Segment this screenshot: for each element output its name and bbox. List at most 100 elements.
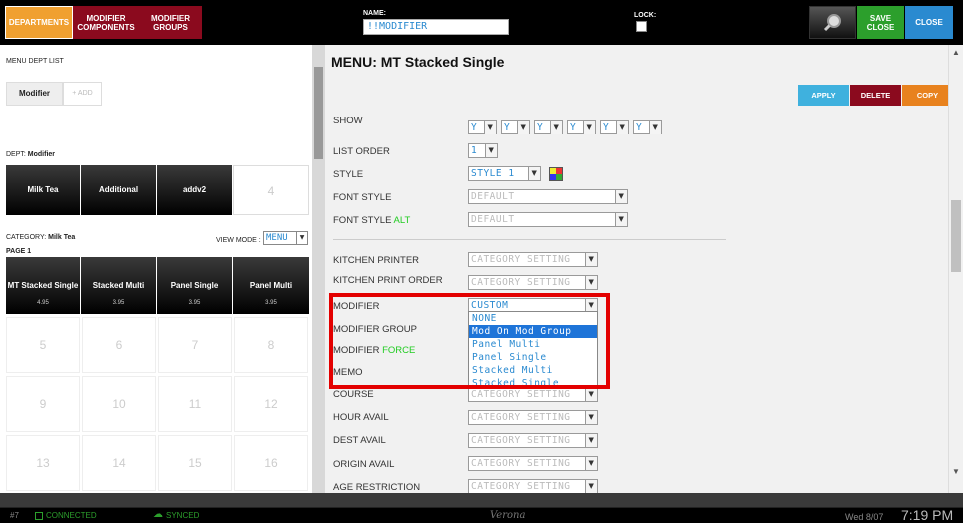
category-value: Milk Tea	[48, 234, 76, 241]
right-scrollbar-thumb[interactable]	[951, 200, 961, 272]
modifier-groups-button[interactable]: MODIFIER GROUPS	[139, 6, 202, 39]
show-value: Y	[504, 122, 511, 133]
copy-button[interactable]: COPY	[902, 85, 950, 106]
item-name: Panel Single	[170, 281, 219, 290]
show-select[interactable]: Y ▼	[633, 120, 662, 134]
menu-cell-empty[interactable]: 10	[82, 376, 156, 432]
font-style-select[interactable]: DEFAULT ▼	[468, 189, 628, 204]
apply-button[interactable]: APPLY	[798, 85, 849, 106]
show-select[interactable]: Y ▼	[600, 120, 629, 134]
menu-item-stacked-multi[interactable]: Stacked Multi 3.95	[81, 257, 156, 314]
lock-checkbox[interactable]	[636, 21, 647, 32]
list-order-select[interactable]: 1 ▼	[468, 143, 498, 158]
dept-button-milk-tea[interactable]: Milk Tea	[6, 165, 80, 215]
status-bar: #7 CONNECTED ☁ SYNCED Verona Wed 8/07 7:…	[0, 507, 963, 523]
menu-item-mt-stacked-single[interactable]: MT Stacked Single 4.95	[6, 257, 80, 314]
course-value: CATEGORY SETTING	[471, 389, 571, 400]
menu-cell-empty[interactable]: 9	[6, 376, 80, 432]
chevron-down-icon: ▼	[616, 121, 628, 134]
menu-cell-empty[interactable]: 8	[234, 317, 308, 373]
show-label: SHOW	[333, 117, 363, 126]
item-name: MT Stacked Single	[7, 281, 79, 290]
style-select[interactable]: STYLE 1 ▼	[468, 166, 541, 181]
menu-cell-empty[interactable]: 12	[234, 376, 308, 432]
menu-cell-empty[interactable]: 15	[158, 435, 232, 491]
view-mode-select[interactable]: MENU ▼	[263, 231, 308, 245]
show-selects: Y ▼ Y ▼ Y ▼ Y ▼ Y ▼ Y ▼	[468, 120, 668, 134]
menu-cell-empty[interactable]: 6	[82, 317, 156, 373]
search-button[interactable]	[809, 6, 856, 39]
chevron-down-icon: ▼	[649, 121, 661, 134]
dest-avail-select[interactable]: CATEGORY SETTING ▼	[468, 433, 598, 448]
dept-button-additional[interactable]: Additional	[81, 165, 156, 215]
chevron-down-icon: ▼	[585, 253, 597, 266]
chevron-down-icon: ▼	[528, 167, 540, 180]
age-restriction-value: CATEGORY SETTING	[471, 481, 571, 492]
highlight-box	[329, 293, 610, 389]
show-select[interactable]: Y ▼	[468, 120, 497, 134]
show-select[interactable]: Y ▼	[534, 120, 563, 134]
chevron-down-icon: ▼	[296, 232, 307, 244]
chevron-down-icon: ▼	[550, 121, 562, 134]
show-value: Y	[537, 122, 544, 133]
course-label: COURSE	[333, 389, 374, 400]
close-button[interactable]: CLOSE	[905, 6, 953, 39]
font-style-alt-select[interactable]: DEFAULT ▼	[468, 212, 628, 227]
category-label: CATEGORY: Milk Tea	[6, 234, 75, 241]
scroll-up-icon[interactable]: ▲	[952, 48, 960, 57]
time-display: 7:19 PM	[901, 507, 954, 523]
menu-item-panel-single[interactable]: Panel Single 3.95	[157, 257, 232, 314]
kitchen-printer-select[interactable]: CATEGORY SETTING ▼	[468, 252, 598, 267]
item-price: 3.95	[112, 300, 125, 306]
save-close-button[interactable]: SAVE CLOSE	[857, 6, 904, 39]
synced-status: SYNCED	[166, 511, 200, 520]
chevron-down-icon: ▼	[585, 388, 597, 401]
chevron-down-icon: ▼	[485, 144, 497, 157]
menu-cell-empty[interactable]: 16	[234, 435, 308, 491]
modifier-components-button[interactable]: MODIFIER COMPONENTS	[73, 6, 139, 39]
course-select[interactable]: CATEGORY SETTING ▼	[468, 387, 598, 402]
kitchen-printer-value: CATEGORY SETTING	[471, 254, 571, 265]
hour-avail-select[interactable]: CATEGORY SETTING ▼	[468, 410, 598, 425]
chevron-down-icon: ▼	[615, 190, 627, 203]
delete-button[interactable]: DELETE	[850, 85, 901, 106]
alt-tag: ALT	[393, 215, 411, 226]
color-grid-icon[interactable]	[549, 167, 563, 181]
menu-cell-empty[interactable]: 13	[6, 435, 80, 491]
menu-cell-empty[interactable]: 5	[6, 317, 80, 373]
dept-button-addv2[interactable]: addv2	[157, 165, 232, 215]
hour-avail-value: CATEGORY SETTING	[471, 412, 571, 423]
kitchen-print-order-select[interactable]: CATEGORY SETTING ▼	[468, 275, 598, 290]
menu-cell-empty[interactable]: 14	[82, 435, 156, 491]
category-label-text: CATEGORY:	[6, 234, 47, 241]
show-value: Y	[636, 122, 643, 133]
dept-button-empty[interactable]: 4	[233, 165, 309, 215]
chevron-down-icon: ▼	[585, 457, 597, 470]
show-select[interactable]: Y ▼	[501, 120, 530, 134]
tab-modifier[interactable]: Modifier	[6, 82, 63, 106]
departments-button[interactable]: DEPARTMENTS	[5, 6, 73, 39]
menu-item-panel-multi[interactable]: Panel Multi 3.95	[233, 257, 309, 314]
name-input[interactable]: !!MODIFIER	[363, 19, 509, 35]
font-style-alt-text: FONT STYLE	[333, 215, 392, 226]
menu-cell-empty[interactable]: 11	[158, 376, 232, 432]
age-restriction-select[interactable]: CATEGORY SETTING ▼	[468, 479, 598, 493]
menu-cell-empty[interactable]: 7	[158, 317, 232, 373]
left-scrollbar[interactable]	[312, 45, 325, 493]
add-tab-button[interactable]: + ADD	[63, 82, 102, 106]
dept-label-text: DEPT:	[6, 151, 26, 158]
chevron-down-icon: ▼	[585, 434, 597, 447]
editor-panel: MENU: MT Stacked Single APPLY DELETE COP…	[325, 45, 950, 493]
scroll-down-icon[interactable]: ▼	[952, 467, 960, 476]
kitchen-print-order-value: CATEGORY SETTING	[471, 277, 571, 288]
item-name: Stacked Multi	[92, 281, 145, 290]
show-select[interactable]: Y ▼	[567, 120, 596, 134]
left-scrollbar-thumb[interactable]	[314, 67, 323, 159]
top-toolbar: DEPARTMENTS MODIFIER COMPONENTS MODIFIER…	[0, 0, 963, 45]
origin-avail-label: ORIGIN AVAIL	[333, 459, 395, 470]
show-value: Y	[603, 122, 610, 133]
right-scrollbar[interactable]: ▲ ▼	[948, 45, 963, 493]
origin-avail-select[interactable]: CATEGORY SETTING ▼	[468, 456, 598, 471]
connection-icon	[35, 512, 43, 520]
chevron-down-icon: ▼	[585, 411, 597, 424]
